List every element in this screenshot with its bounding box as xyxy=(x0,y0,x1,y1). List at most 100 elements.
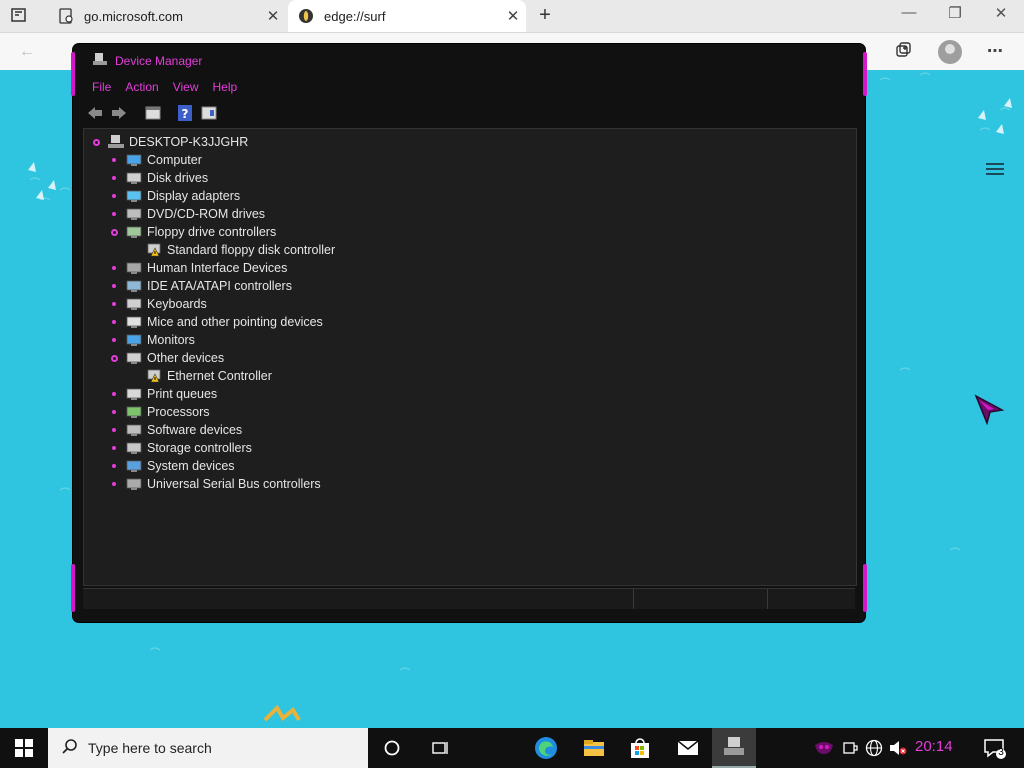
device-manager-icon xyxy=(724,737,744,755)
hid-icon xyxy=(126,261,142,275)
computer-icon xyxy=(126,153,142,167)
monitor-icon xyxy=(126,333,142,347)
device-manager-icon xyxy=(93,52,107,71)
collapse-toggle[interactable] xyxy=(108,226,120,238)
help-icon[interactable]: ? xyxy=(175,103,195,123)
tree-category-label: Universal Serial Bus controllers xyxy=(147,477,321,491)
surf-icon xyxy=(298,8,314,24)
collapse-toggle[interactable] xyxy=(90,136,102,148)
tree-category-software-devices[interactable]: Software devices xyxy=(108,421,242,439)
volume-muted-icon[interactable] xyxy=(888,736,908,760)
tree-category-processors[interactable]: Processors xyxy=(108,403,210,421)
properties-icon[interactable] xyxy=(143,103,163,123)
device-manager-taskbar-button[interactable] xyxy=(712,728,756,768)
expand-toggle[interactable] xyxy=(108,460,120,472)
tree-device-standard-floppy-disk-controller[interactable]: Standard floppy disk controller xyxy=(146,241,335,259)
collections-icon[interactable] xyxy=(892,41,914,63)
status-divider xyxy=(633,589,634,609)
start-button[interactable] xyxy=(0,728,48,768)
expand-toggle[interactable] xyxy=(108,154,120,166)
page-icon xyxy=(58,8,74,24)
view-icon[interactable] xyxy=(199,103,219,123)
tree-category-label: Floppy drive controllers xyxy=(147,225,277,239)
expand-toggle[interactable] xyxy=(108,262,120,274)
expand-toggle[interactable] xyxy=(108,298,120,310)
tab-actions-icon[interactable] xyxy=(10,6,34,26)
file-explorer-icon[interactable] xyxy=(582,736,606,760)
menu-view[interactable]: View xyxy=(166,76,206,98)
tab-edge-surf[interactable]: edge://surf ✕ xyxy=(288,0,526,32)
window-titlebar[interactable]: Device Manager xyxy=(93,50,202,72)
mouse-icon xyxy=(126,315,142,329)
game-menu-icon[interactable] xyxy=(986,160,1004,178)
profile-avatar[interactable] xyxy=(938,40,962,64)
taskbar-search[interactable]: Type here to search xyxy=(48,728,368,768)
plus-icon[interactable]: + xyxy=(534,4,556,27)
task-view-icon[interactable] xyxy=(428,736,452,760)
expand-toggle[interactable] xyxy=(108,208,120,220)
tree-category-label: Software devices xyxy=(147,423,243,437)
frame-accent xyxy=(71,52,75,96)
driftwood-icon xyxy=(263,704,301,722)
cortana-icon[interactable] xyxy=(380,736,404,760)
expand-toggle[interactable] xyxy=(108,406,120,418)
tree-category-ide-ata-atapi-controllers[interactable]: IDE ATA/ATAPI controllers xyxy=(108,277,292,295)
more-options-icon[interactable]: ⋯ xyxy=(984,41,1006,63)
tree-category-system-devices[interactable]: System devices xyxy=(108,457,235,475)
tree-category-keyboards[interactable]: Keyboards xyxy=(108,295,207,313)
storage-controller-icon xyxy=(126,441,142,455)
expand-toggle[interactable] xyxy=(108,172,120,184)
clock-time[interactable]: 20:14 xyxy=(915,738,953,755)
expand-toggle[interactable] xyxy=(108,316,120,328)
tree-category-universal-serial-bus-controllers[interactable]: Universal Serial Bus controllers xyxy=(108,475,321,493)
tree-category-monitors[interactable]: Monitors xyxy=(108,331,195,349)
close-tab-icon[interactable]: ✕ xyxy=(500,7,526,25)
menu-help[interactable]: Help xyxy=(206,76,245,98)
tree-category-dvd-cd-rom-drives[interactable]: DVD/CD-ROM drives xyxy=(108,205,265,223)
back-arrow-icon[interactable]: ← xyxy=(16,41,38,63)
tree-root[interactable]: DESKTOP-K3JJGHR xyxy=(90,133,248,151)
close-icon[interactable]: ✕ xyxy=(986,4,1016,22)
store-icon[interactable] xyxy=(628,736,652,760)
tree-category-storage-controllers[interactable]: Storage controllers xyxy=(108,439,252,457)
back-icon[interactable] xyxy=(85,103,105,123)
tree-category-disk-drives[interactable]: Disk drives xyxy=(108,169,208,187)
minimize-icon[interactable]: — xyxy=(894,4,924,21)
device-tree[interactable]: DESKTOP-K3JJGHR Computer Disk drives Displ… xyxy=(83,128,857,586)
expand-toggle[interactable] xyxy=(108,424,120,436)
expand-toggle[interactable] xyxy=(108,442,120,454)
windows-logo-icon xyxy=(15,739,33,757)
close-tab-icon[interactable]: ✕ xyxy=(260,7,286,25)
tree-category-other-devices[interactable]: Other devices xyxy=(108,349,224,367)
status-bar xyxy=(83,588,855,609)
tree-category-floppy-drive-controllers[interactable]: Floppy drive controllers xyxy=(108,223,276,241)
network-globe-icon[interactable] xyxy=(864,736,884,760)
collapse-toggle[interactable] xyxy=(108,352,120,364)
tree-category-computer[interactable]: Computer xyxy=(108,151,202,169)
device-tray-icon[interactable] xyxy=(840,736,860,760)
mail-icon[interactable] xyxy=(676,736,700,760)
browser-tab-bar: go.microsoft.com ✕ edge://surf ✕ + — ❐ ✕ xyxy=(0,0,1024,33)
window-toolbar: ? xyxy=(85,100,219,126)
expand-toggle[interactable] xyxy=(108,478,120,490)
tree-category-human-interface-devices[interactable]: Human Interface Devices xyxy=(108,259,287,277)
tree-device-ethernet-controller[interactable]: Ethernet Controller xyxy=(146,367,272,385)
tab-go-microsoft[interactable]: go.microsoft.com ✕ xyxy=(48,0,286,32)
tree-category-mice-and-other-pointing-devices[interactable]: Mice and other pointing devices xyxy=(108,313,323,331)
tree-category-print-queues[interactable]: Print queues xyxy=(108,385,217,403)
expand-toggle[interactable] xyxy=(108,334,120,346)
menu-action[interactable]: Action xyxy=(118,76,165,98)
edge-browser-icon[interactable] xyxy=(534,736,558,760)
expand-toggle[interactable] xyxy=(108,190,120,202)
notification-icon[interactable]: 3 xyxy=(982,736,1006,760)
tree-category-label: Display adapters xyxy=(147,189,241,203)
forward-icon[interactable] xyxy=(109,103,129,123)
restore-icon[interactable]: ❐ xyxy=(940,4,970,22)
tree-category-label: Disk drives xyxy=(147,171,209,185)
expand-toggle[interactable] xyxy=(108,388,120,400)
tree-category-display-adapters[interactable]: Display adapters xyxy=(108,187,240,205)
menu-file[interactable]: File xyxy=(85,76,118,98)
svg-text:?: ? xyxy=(182,107,189,121)
mask-tray-icon[interactable] xyxy=(814,736,834,760)
expand-toggle[interactable] xyxy=(108,280,120,292)
